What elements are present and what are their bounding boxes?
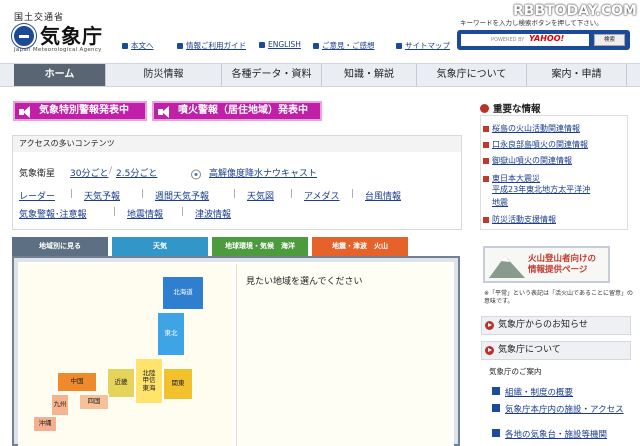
notice-header[interactable]: 気象庁からのお知らせ	[481, 316, 631, 335]
search-hint: キーワードを入力し検索ボタンを押して下さい。	[460, 19, 603, 27]
divider: |	[181, 207, 185, 217]
about-header[interactable]: 気象庁について	[481, 341, 631, 360]
bullet-icon	[483, 176, 489, 182]
link-radar[interactable]: レーダー	[19, 189, 55, 202]
nav-data[interactable]: 各種データ・資料	[222, 64, 322, 86]
japan-map: 北海道 東北 関東 北陸 甲信 東海 近畿 中国 四国 九州 沖縄	[20, 264, 232, 446]
bullet-icon	[492, 429, 500, 437]
globe-icon	[259, 41, 265, 48]
link-weather-map[interactable]: 天気図	[247, 189, 274, 202]
satellite-2-5min-link[interactable]: 2.5分ごと	[116, 166, 157, 179]
important-sakurajima[interactable]: 桜島の火山活動関連情報	[483, 124, 580, 134]
arrow-icon	[122, 42, 128, 49]
eruption-warning-button[interactable]: 噴火警報（居住地域）発表中	[152, 101, 322, 121]
divider: |	[70, 189, 74, 199]
link-earthquake[interactable]: 地震情報	[127, 207, 163, 220]
volcano-banner-text[interactable]: 火山登山者向けの 情報提供ページ	[528, 254, 596, 276]
region-kyushu[interactable]: 九州	[51, 394, 69, 416]
about-facilities[interactable]: 気象庁本庁内の施設・アクセス	[492, 403, 624, 415]
jma-logo-icon[interactable]	[12, 24, 36, 48]
link-forecast[interactable]: 天気予報	[84, 189, 120, 202]
about-local-offices[interactable]: 各地の気象台・施設等機関	[492, 428, 607, 440]
important-east-japan[interactable]: 東日本大震災	[483, 174, 540, 184]
about-subheading: 気象庁のご案内	[489, 367, 542, 376]
tab-quake-volcano[interactable]: 地震・津波 火山	[312, 237, 408, 256]
radar-icon	[188, 165, 204, 180]
bullet-icon	[483, 142, 489, 148]
region-chubu[interactable]: 北陸 甲信 東海	[135, 358, 163, 404]
alert-dot-icon	[480, 104, 489, 113]
divider: /	[109, 166, 113, 176]
search-form: POWERED BY YAHOO! 検索	[457, 30, 630, 50]
speaker-icon	[19, 106, 35, 118]
bullet-icon	[483, 126, 489, 132]
divider: |	[290, 189, 294, 199]
util-link-english[interactable]: ENGLISH	[259, 40, 301, 49]
satellite-label: 気象衛星	[19, 169, 56, 179]
link-weekly-forecast[interactable]: 週間天気予報	[155, 189, 209, 202]
region-tohoku[interactable]: 東北	[157, 312, 185, 356]
satellite-30min-link[interactable]: 30分ごと	[70, 166, 108, 179]
yahoo-logo: YAHOO!	[529, 34, 565, 43]
about-organization[interactable]: 組織・制度の概要	[492, 386, 573, 398]
important-support[interactable]: 防災活動支援情報	[483, 215, 556, 225]
site-logo-english: Japan Meteorological Agency	[14, 47, 102, 53]
search-input[interactable]: POWERED BY	[461, 34, 589, 46]
special-warning-button[interactable]: 気象特別警報発表中	[13, 101, 147, 121]
search-button[interactable]: 検索	[594, 34, 625, 46]
important-tohoku-quake[interactable]: 平成23年東北地方太平洋沖	[492, 185, 590, 195]
global-nav: ホーム 防災情報 各種データ・資料 知識・解説 気象庁について 案内・申請	[0, 63, 640, 87]
link-typhoon[interactable]: 台風情報	[365, 189, 401, 202]
tab-weather[interactable]: 天気	[112, 237, 208, 256]
sitemap-icon	[396, 42, 402, 49]
mountain-icon	[489, 256, 525, 278]
site-logo-text[interactable]: 気象庁	[40, 20, 103, 49]
link-amedas[interactable]: アメダス	[304, 189, 340, 202]
divider: |	[233, 189, 237, 199]
important-kuchinoerabu[interactable]: 口永良部島噴火の関連情報	[483, 140, 588, 150]
bullet-icon	[492, 387, 500, 395]
divider: |	[141, 189, 145, 199]
link-warnings[interactable]: 気象警報･注意報	[19, 207, 87, 220]
speaker-icon	[158, 106, 174, 118]
link-tsunami[interactable]: 津波情報	[195, 207, 231, 220]
region-okinawa[interactable]: 沖縄	[33, 416, 57, 432]
bullet-icon	[483, 158, 489, 164]
mail-icon	[313, 42, 319, 49]
page: { "header": { "ministry": "国土交通省", "logo…	[0, 0, 640, 446]
nav-knowledge[interactable]: 知識・解説	[322, 64, 417, 86]
info-icon	[177, 42, 183, 49]
region-info-area	[236, 264, 450, 446]
important-ontake[interactable]: 御嶽山噴火の関連情報	[483, 156, 572, 166]
important-heading: 重要な情報	[480, 101, 541, 115]
nav-home[interactable]: ホーム	[14, 64, 106, 86]
arrow-icon	[485, 346, 494, 355]
region-hokkaido[interactable]: 北海道	[162, 276, 204, 310]
region-shikoku[interactable]: 四国	[79, 394, 109, 410]
nav-about[interactable]: 気象庁について	[417, 64, 527, 86]
nowcast-link[interactable]: 高解像度降水ナウキャスト	[209, 166, 317, 179]
bullet-icon	[492, 404, 500, 412]
divider: |	[113, 207, 117, 217]
util-link-main[interactable]: 本文へ	[122, 40, 154, 51]
volcano-note: ※「平常」という表記は「活火山であることに留意」の意味です。	[484, 290, 633, 305]
util-link-feedback[interactable]: ご意見・ご感想	[313, 40, 375, 51]
region-kanto[interactable]: 関東	[163, 368, 193, 400]
popular-content-heading: アクセスの多いコンテンツ	[13, 136, 461, 152]
tab-region[interactable]: 地域別に見る	[12, 237, 108, 256]
tab-climate-ocean[interactable]: 地球環境・気候 海洋	[212, 237, 308, 256]
region-prompt: 見たい地域を選んでください	[246, 277, 363, 287]
region-kinki[interactable]: 近畿	[107, 368, 135, 398]
util-link-guide[interactable]: 情報ご利用ガイド	[177, 40, 246, 51]
important-tohoku-quake-2[interactable]: 地震	[492, 198, 508, 208]
nav-guide[interactable]: 案内・申請	[527, 64, 627, 86]
util-link-sitemap[interactable]: サイトマップ	[396, 40, 450, 51]
divider: |	[351, 189, 355, 199]
arrow-icon	[485, 321, 494, 330]
region-chugoku[interactable]: 中国	[57, 372, 97, 392]
nav-disaster[interactable]: 防災情報	[106, 64, 222, 86]
bullet-icon	[483, 217, 489, 223]
